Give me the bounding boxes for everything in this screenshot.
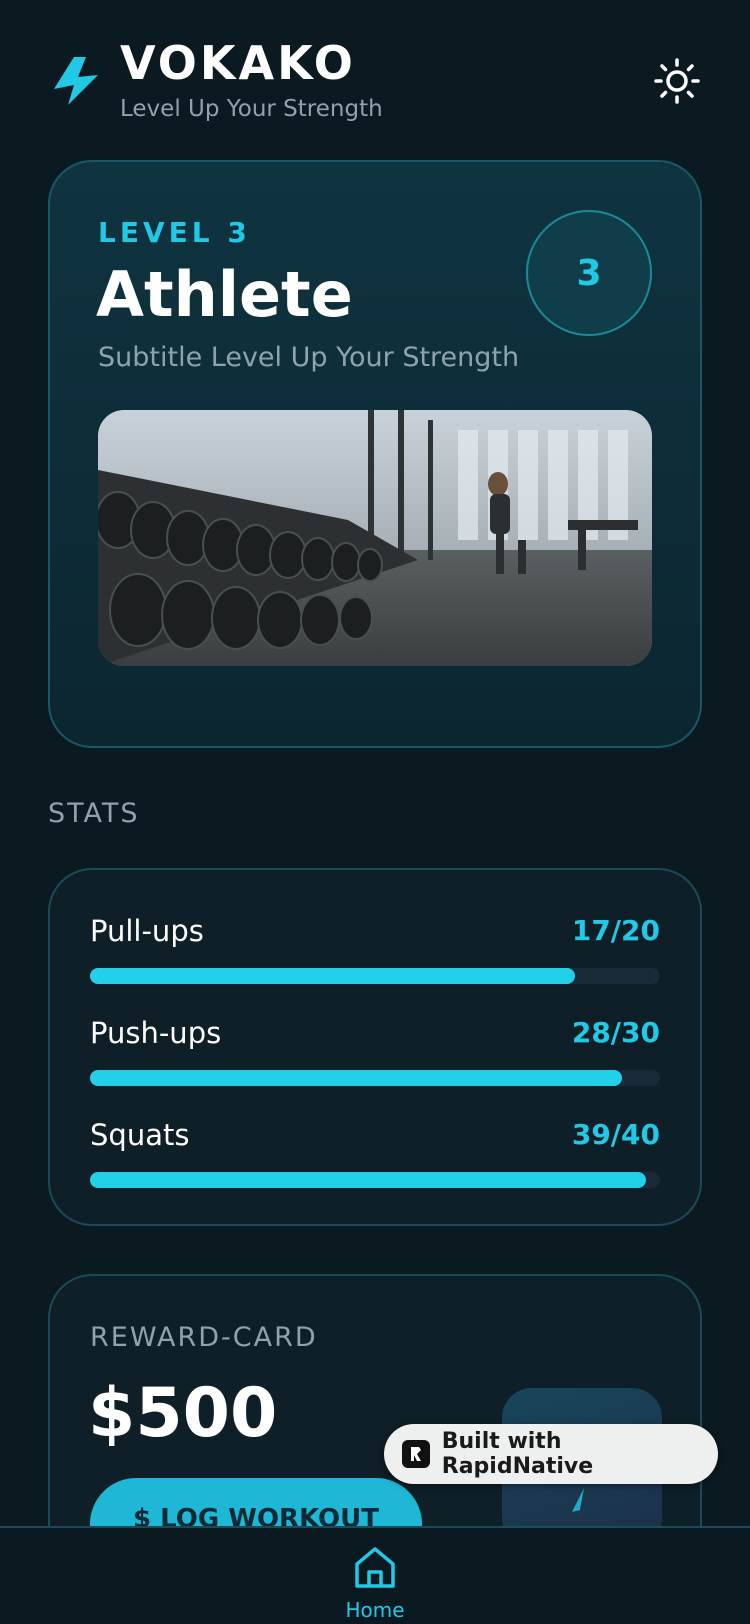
level-badge: 3 (526, 210, 652, 336)
progress-fill (90, 1172, 646, 1188)
lightning-bolt-icon (54, 57, 98, 105)
gym-photo (98, 410, 652, 666)
stat-value: 17/20 (571, 914, 660, 947)
sun-icon (654, 58, 700, 104)
tab-home[interactable]: Home (325, 1528, 425, 1624)
stat-row-pull-ups: Pull-ups 17/20 (90, 914, 660, 994)
reward-amount: $500 (88, 1374, 278, 1453)
level-label: LEVEL 3 (98, 216, 251, 249)
rapidnative-logo-icon (402, 1440, 430, 1468)
progress-fill (90, 968, 575, 984)
app-header: VOKAKO Level Up Your Strength (0, 0, 750, 150)
stat-label: Squats (90, 1118, 190, 1152)
stat-label: Pull-ups (90, 914, 204, 948)
reward-label: REWARD-CARD (90, 1322, 318, 1353)
stat-row-squats: Squats 39/40 (90, 1118, 660, 1198)
progress-track (90, 1070, 660, 1086)
bottom-tab-bar: Home (0, 1526, 750, 1624)
built-with-badge[interactable]: Built with RapidNative (384, 1424, 718, 1484)
stat-row-push-ups: Push-ups 28/30 (90, 1016, 660, 1096)
progress-track (90, 1172, 660, 1188)
stat-label: Push-ups (90, 1016, 222, 1050)
progress-track (90, 968, 660, 984)
home-icon (355, 1547, 395, 1588)
stat-value: 28/30 (571, 1016, 660, 1049)
stats-heading: STATS (48, 798, 140, 829)
tab-home-label: Home (345, 1598, 405, 1622)
built-with-text: Built with RapidNative (441, 1429, 594, 1479)
level-subtitle: Subtitle Level Up Your Strength (98, 342, 520, 373)
stats-card: Pull-ups 17/20 Push-ups 28/30 Squats 39/… (48, 868, 702, 1226)
stat-value: 39/40 (571, 1118, 660, 1151)
app-title: VOKAKO (120, 36, 356, 90)
theme-toggle-button[interactable] (652, 56, 702, 106)
app-subtitle: Level Up Your Strength (120, 96, 383, 122)
progress-fill (90, 1070, 622, 1086)
level-name: Athlete (96, 258, 353, 331)
level-card: LEVEL 3 Athlete Subtitle Level Up Your S… (48, 160, 702, 748)
